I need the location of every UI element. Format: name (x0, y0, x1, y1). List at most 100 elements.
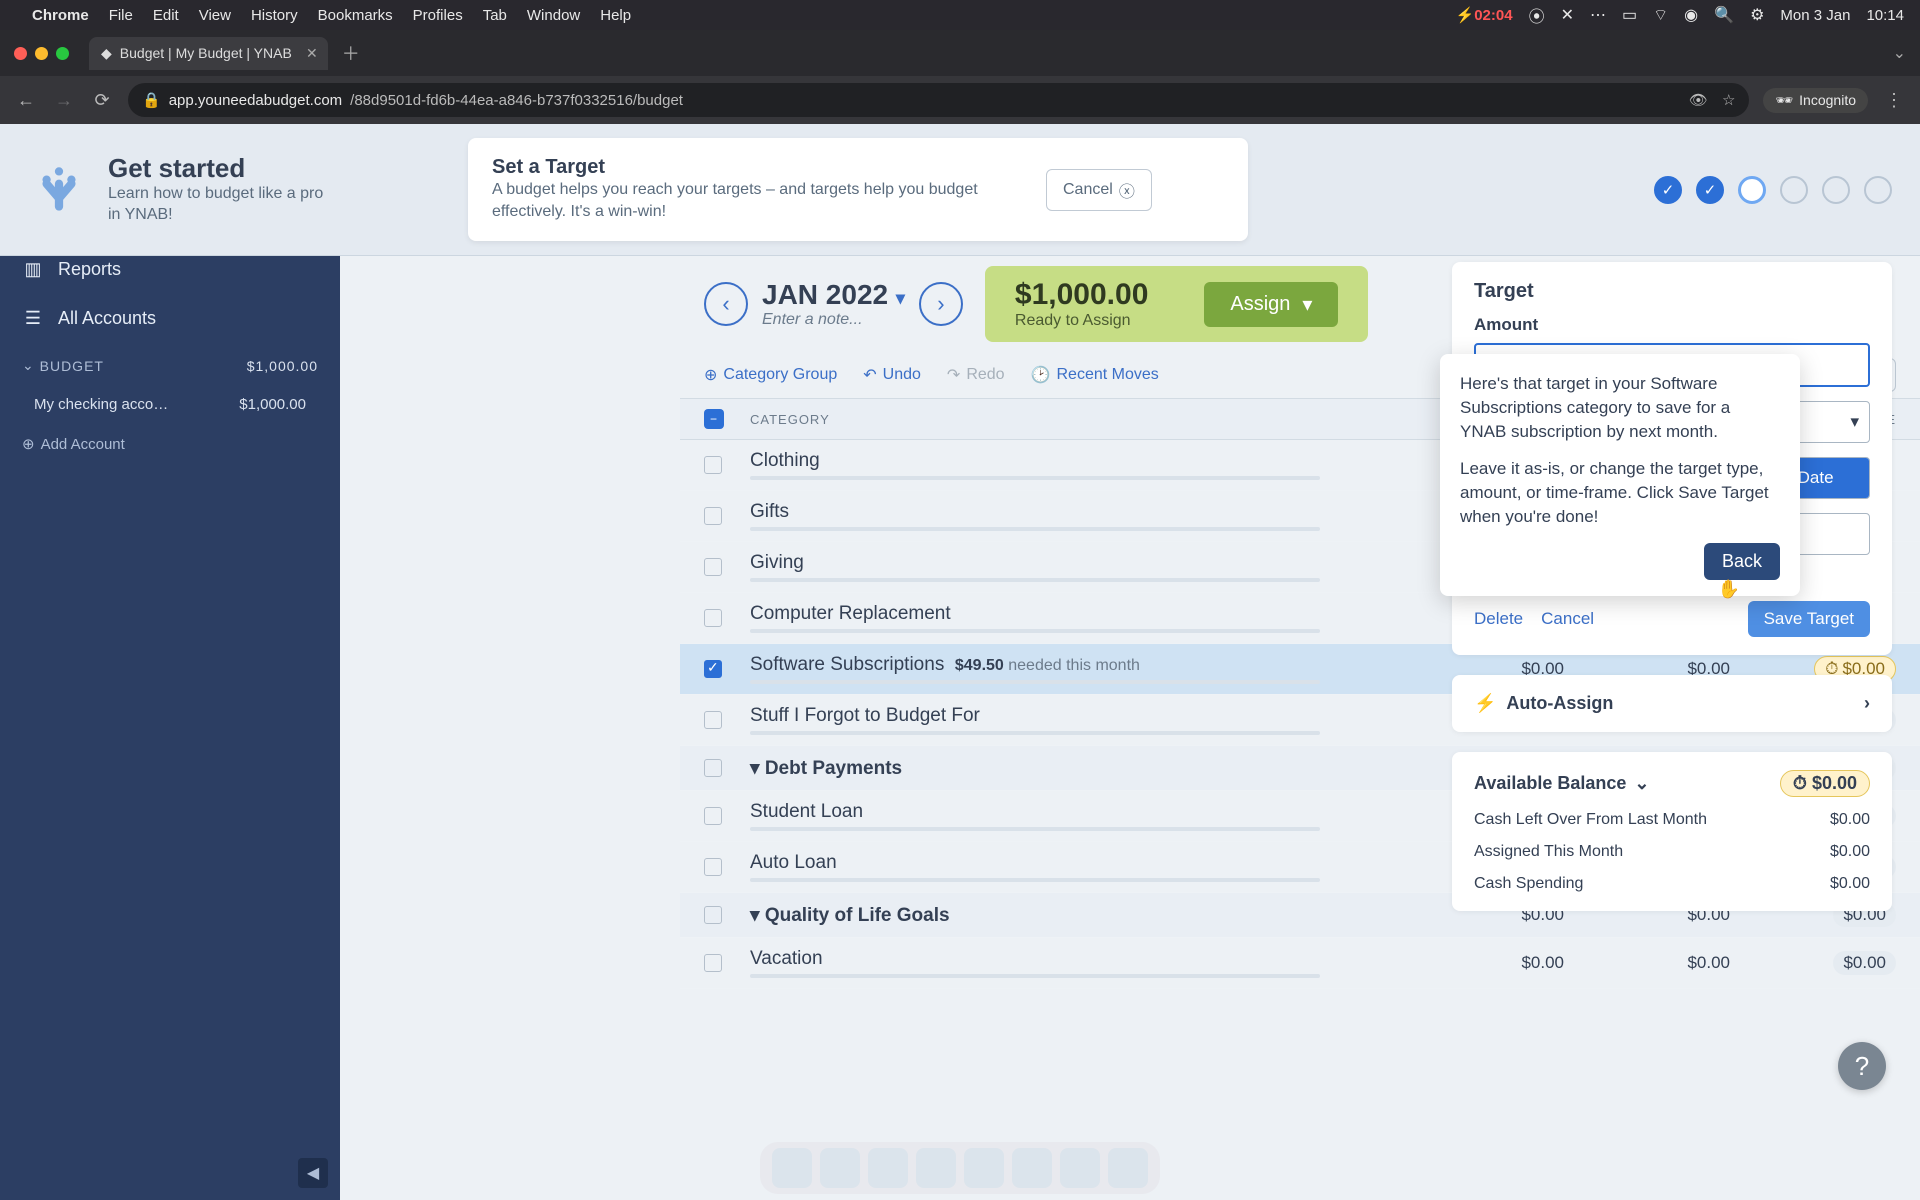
dock-mail-icon[interactable] (916, 1148, 956, 1188)
status-icon-3[interactable]: ⋯ (1590, 5, 1606, 25)
undo-icon: ↶ (863, 365, 876, 385)
cursor-pointer-icon: ✋ (1718, 579, 1740, 600)
tab-title: Budget | My Budget | YNAB (120, 45, 292, 61)
ynab-logo-icon (28, 159, 90, 221)
menu-profiles[interactable]: Profiles (413, 7, 463, 24)
nav-reload-icon[interactable]: ⟳ (90, 90, 114, 111)
category-name: ▾ Quality of Life Goals (750, 904, 1398, 927)
dock-app2-icon[interactable] (1060, 1148, 1100, 1188)
status-icon-1[interactable]: ⦿ (1529, 3, 1545, 27)
user-switch-icon[interactable]: ◉ (1684, 5, 1698, 25)
delete-target-link[interactable]: Delete (1474, 609, 1523, 629)
activity-cell: $0.00 (1564, 953, 1730, 973)
battery-icon[interactable]: ▭ (1622, 5, 1637, 25)
ready-to-assign: $1,000.00 Ready to Assign Assign ▾ (985, 266, 1369, 342)
help-fab[interactable]: ? (1838, 1042, 1886, 1090)
row-checkbox[interactable] (704, 456, 722, 474)
row-checkbox[interactable] (704, 660, 722, 678)
row-checkbox[interactable] (704, 807, 722, 825)
section-amount: $1,000.00 (247, 358, 318, 374)
wifi-icon[interactable]: ⌔ (1653, 5, 1668, 25)
menubar-date[interactable]: Mon 3 Jan (1780, 7, 1850, 24)
dock-trash-icon[interactable] (1108, 1148, 1148, 1188)
menu-window[interactable]: Window (527, 7, 580, 24)
mac-menubar: Chrome File Edit View History Bookmarks … (0, 0, 1920, 30)
add-category-group-button[interactable]: ⊕Category Group (704, 365, 837, 385)
window-maximize[interactable] (56, 47, 69, 60)
select-all-checkbox[interactable]: − (704, 409, 724, 429)
dock-app-icon[interactable] (1012, 1148, 1052, 1188)
row-checkbox[interactable] (704, 759, 722, 777)
app-root: ✾ My Budget 5d485270@uifeed.com ▾ ▤ Budg… (0, 124, 1920, 1200)
chevron-down-icon[interactable]: ▾ (896, 288, 905, 308)
next-month-button[interactable]: › (919, 282, 963, 326)
progress-bar (750, 476, 1320, 480)
spotlight-icon[interactable]: 🔍 (1714, 5, 1734, 25)
row-checkbox[interactable] (704, 558, 722, 576)
browser-menu-icon[interactable]: ⋮ (1882, 90, 1906, 111)
sidebar-item-all-accounts[interactable]: ☰ All Accounts (0, 294, 340, 343)
row-checkbox[interactable] (704, 507, 722, 525)
available-balance-toggle[interactable]: Available Balance ⌄ ⏱ $0.00 (1474, 770, 1870, 797)
status-icon-2[interactable]: ✕ (1561, 5, 1574, 25)
menu-history[interactable]: History (251, 7, 298, 24)
tabs-menu-icon[interactable]: ⌄ (1893, 43, 1906, 63)
address-field[interactable]: 🔒 app.youneedabudget.com /88d9501d-fd6b-… (128, 83, 1749, 117)
popover-back-button[interactable]: Back (1704, 543, 1780, 580)
add-account-button[interactable]: ⊕ Add Account (0, 421, 340, 467)
dock-finder-icon[interactable] (772, 1148, 812, 1188)
month-label[interactable]: JAN 2022 (762, 279, 888, 310)
row-checkbox[interactable] (704, 609, 722, 627)
ready-amount: $1,000.00 (1015, 278, 1148, 312)
prev-month-button[interactable]: ‹ (704, 282, 748, 326)
battery-indicator[interactable]: ⚡02:04 (1456, 6, 1513, 24)
available-cell[interactable]: $0.00 (1730, 951, 1896, 975)
row-checkbox[interactable] (704, 954, 722, 972)
browser-tabstrip: ◆ Budget | My Budget | YNAB ✕ ＋ ⌄ (0, 30, 1920, 76)
window-close[interactable] (14, 47, 27, 60)
tab-close-icon[interactable]: ✕ (306, 45, 318, 62)
category-name: ▾ Debt Payments (750, 757, 1398, 780)
line-assigned: Assigned This Month (1474, 843, 1623, 861)
dock-chrome-icon[interactable] (820, 1148, 860, 1188)
menu-edit[interactable]: Edit (153, 7, 179, 24)
row-checkbox[interactable] (704, 906, 722, 924)
row-checkbox[interactable] (704, 711, 722, 729)
cancel-target-link[interactable]: Cancel (1541, 609, 1594, 629)
sidebar-section-budget[interactable]: ⌄ BUDGET $1,000.00 (0, 343, 340, 388)
control-center-icon[interactable]: ⚙ (1750, 5, 1764, 25)
menu-file[interactable]: File (109, 7, 133, 24)
menu-view[interactable]: View (199, 7, 231, 24)
incognito-badge[interactable]: 🕶 Incognito (1763, 88, 1868, 113)
eye-off-icon[interactable]: 👁 (1689, 91, 1708, 109)
undo-button[interactable]: ↶Undo (863, 365, 921, 385)
menubar-app[interactable]: Chrome (32, 7, 89, 24)
dock-terminal-icon[interactable] (964, 1148, 1004, 1188)
account-amount: $1,000.00 (239, 396, 306, 413)
assign-button[interactable]: Assign ▾ (1204, 282, 1338, 327)
menu-help[interactable]: Help (600, 7, 631, 24)
new-tab-button[interactable]: ＋ (342, 40, 360, 66)
menubar-time[interactable]: 10:14 (1866, 7, 1904, 24)
menu-bookmarks[interactable]: Bookmarks (318, 7, 393, 24)
dock-notes-icon[interactable] (868, 1148, 908, 1188)
assigned-cell[interactable]: $0.00 (1398, 953, 1564, 973)
save-target-button[interactable]: Save Target (1748, 601, 1870, 637)
lock-icon: 🔒 (142, 91, 161, 109)
progress-bar (750, 974, 1320, 978)
autoassign-panel[interactable]: ⚡ Auto-Assign › (1452, 675, 1892, 732)
menu-tab[interactable]: Tab (483, 7, 507, 24)
recent-moves-button[interactable]: 🕑Recent Moves (1031, 365, 1159, 385)
category-row[interactable]: Vacation $0.00 $0.00 $0.00 (680, 938, 1920, 989)
nav-back-icon[interactable]: ← (14, 90, 38, 111)
collapse-sidebar-button[interactable]: ◀ (298, 1158, 328, 1188)
browser-tab[interactable]: ◆ Budget | My Budget | YNAB ✕ (89, 37, 328, 70)
window-minimize[interactable] (35, 47, 48, 60)
category-name: Gifts (750, 501, 1398, 523)
month-note-input[interactable]: Enter a note... (762, 311, 905, 329)
star-icon[interactable]: ☆ (1722, 91, 1735, 109)
sidebar-account-row[interactable]: My checking acco… $1,000.00 (0, 388, 340, 421)
row-checkbox[interactable] (704, 858, 722, 876)
incognito-icon: 🕶 (1775, 92, 1793, 109)
target-title: Target (1474, 280, 1870, 303)
